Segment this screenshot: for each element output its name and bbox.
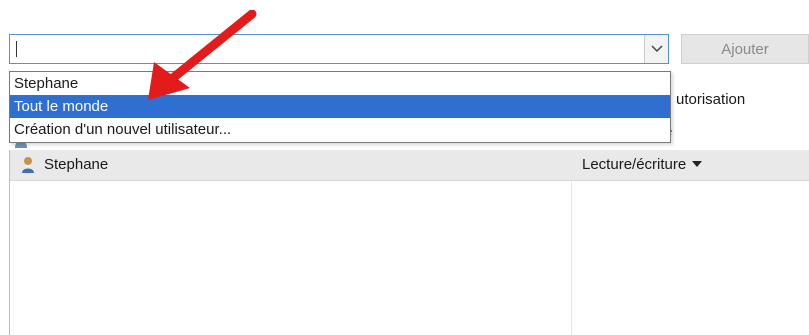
annotation-arrow — [148, 10, 257, 100]
chevron-down-icon — [650, 45, 663, 53]
row-user-name: Stephane — [44, 156, 109, 173]
permissions-table: Stephane Lecture/écriture — [9, 150, 809, 335]
text-caret — [16, 41, 17, 57]
permission-column-header: utorisation — [676, 91, 746, 108]
table-row[interactable]: Stephane Lecture/écriture — [10, 150, 809, 181]
permission-level-dropdown[interactable]: Lecture/écriture — [582, 156, 703, 173]
user-dropdown-list: Stephane Tout le monde Création d'un nou… — [9, 71, 671, 143]
dropdown-option-stephane[interactable]: Stephane — [10, 72, 670, 95]
dropdown-toggle-button[interactable] — [644, 35, 668, 63]
user-combobox[interactable] — [9, 34, 669, 64]
triangle-down-icon — [692, 161, 703, 167]
user-icon — [20, 156, 36, 178]
dropdown-option-new-user[interactable]: Création d'un nouvel utilisateur... — [10, 118, 670, 141]
add-button[interactable]: Ajouter — [681, 34, 809, 64]
dropdown-option-everyone[interactable]: Tout le monde — [10, 95, 670, 118]
column-divider — [571, 180, 572, 335]
permission-level-label: Lecture/écriture — [582, 156, 687, 173]
